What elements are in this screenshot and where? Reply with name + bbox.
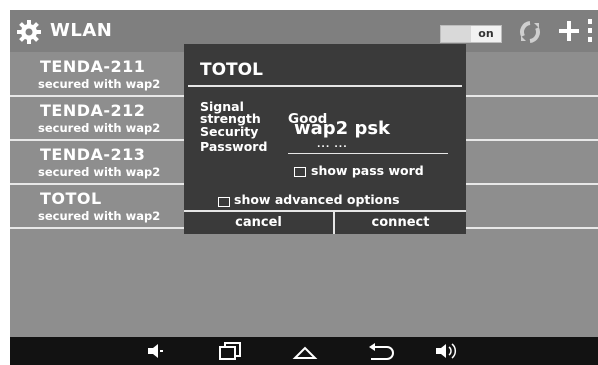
dialog-divider	[188, 85, 462, 87]
network-security: secured with wap2	[38, 209, 161, 223]
network-security: secured with wap2	[38, 165, 161, 179]
home-icon[interactable]	[292, 341, 318, 361]
cancel-button[interactable]: cancel	[184, 212, 333, 234]
page-title: WLAN	[50, 20, 113, 41]
network-name: TENDA-211	[40, 57, 146, 76]
wlan-toggle[interactable]: on	[440, 25, 502, 43]
show-password-label: show pass word	[311, 163, 424, 178]
password-label: Password	[200, 139, 268, 154]
network-security: secured with wap2	[38, 121, 161, 135]
dialog-title: TOTOL	[200, 60, 263, 80]
dialog-button-row: cancel connect	[184, 210, 466, 234]
show-advanced-label: show advanced options	[234, 192, 400, 207]
more-icon[interactable]	[587, 18, 593, 44]
network-name: TENDA-212	[40, 101, 146, 120]
show-password-checkbox[interactable]	[294, 167, 306, 177]
refresh-icon[interactable]	[519, 20, 541, 44]
connect-dialog: TOTOL Signal strength Good Security wap2…	[184, 44, 466, 234]
volume-up-icon[interactable]	[434, 341, 460, 361]
recent-apps-icon[interactable]	[218, 341, 242, 361]
security-label: Security	[200, 124, 259, 139]
show-advanced-checkbox[interactable]	[218, 197, 230, 207]
wlan-toggle-label: on	[471, 26, 501, 42]
gear-icon[interactable]	[16, 19, 42, 45]
password-field[interactable]: ... ...	[317, 141, 348, 150]
password-underline	[288, 153, 448, 154]
security-value: wap2 psk	[294, 118, 391, 139]
plus-icon[interactable]	[558, 20, 580, 42]
network-security: secured with wap2	[38, 77, 161, 91]
back-icon[interactable]	[365, 341, 395, 361]
tablet-screen: WLAN on TENDA-211 secured with wap2 TEND…	[10, 10, 598, 365]
volume-down-icon[interactable]	[146, 341, 166, 361]
connect-button[interactable]: connect	[335, 212, 466, 234]
navigation-bar	[10, 337, 598, 365]
network-name: TOTOL	[40, 189, 102, 208]
network-name: TENDA-213	[40, 145, 146, 164]
